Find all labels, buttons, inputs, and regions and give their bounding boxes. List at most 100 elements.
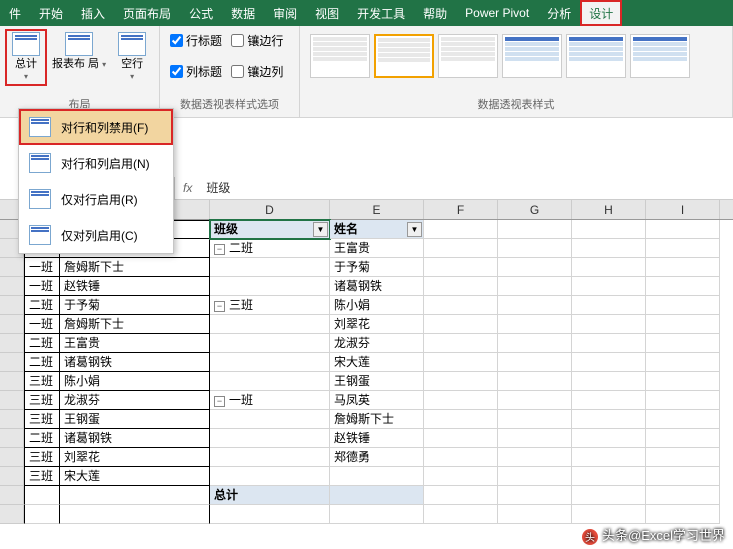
cell[interactable]	[424, 448, 498, 467]
cell[interactable]	[572, 296, 646, 315]
cell[interactable]	[572, 505, 646, 524]
cell[interactable]	[424, 505, 498, 524]
pivot-cell[interactable]: 总计	[210, 486, 330, 505]
table-cell[interactable]	[60, 486, 210, 505]
tab-analyze[interactable]: 分析	[538, 0, 580, 26]
table-cell[interactable]: 三班	[24, 448, 60, 467]
table-cell[interactable]: 赵铁锤	[60, 277, 210, 296]
table-cell[interactable]: 二班	[24, 296, 60, 315]
cell[interactable]	[572, 353, 646, 372]
cell[interactable]	[646, 296, 720, 315]
cell[interactable]	[572, 258, 646, 277]
row-header[interactable]	[0, 467, 24, 486]
cell[interactable]	[498, 505, 572, 524]
cell[interactable]	[646, 372, 720, 391]
style-thumb[interactable]	[566, 34, 626, 78]
style-thumb[interactable]	[502, 34, 562, 78]
cell[interactable]	[424, 429, 498, 448]
table-cell[interactable]: 三班	[24, 372, 60, 391]
pivot-cell[interactable]: 赵铁锤	[330, 429, 424, 448]
cell[interactable]	[646, 410, 720, 429]
cell[interactable]	[498, 448, 572, 467]
tab-formulas[interactable]: 公式	[180, 0, 222, 26]
fx-icon[interactable]: fx	[175, 181, 200, 195]
pivot-cell[interactable]: −一班	[210, 391, 330, 410]
cell[interactable]	[646, 429, 720, 448]
pivot-cell[interactable]	[210, 467, 330, 486]
row-header[interactable]	[0, 505, 24, 524]
table-cell[interactable]: 龙淑芬	[60, 391, 210, 410]
table-cell[interactable]	[24, 486, 60, 505]
pivot-cell[interactable]: 龙淑芬	[330, 334, 424, 353]
table-cell[interactable]: 宋大莲	[60, 467, 210, 486]
cell[interactable]	[572, 391, 646, 410]
formula-value[interactable]: 班级	[200, 179, 236, 196]
tab-file[interactable]: 件	[0, 0, 30, 26]
style-thumb[interactable]	[438, 34, 498, 78]
cell[interactable]	[572, 486, 646, 505]
bandedrows-checkbox[interactable]	[231, 34, 244, 47]
row-header[interactable]	[0, 334, 24, 353]
cell[interactable]	[498, 467, 572, 486]
cell[interactable]	[646, 467, 720, 486]
pivot-cell[interactable]: 郑德勇	[330, 448, 424, 467]
cell[interactable]	[498, 315, 572, 334]
cell[interactable]	[572, 239, 646, 258]
pivot-cell[interactable]	[210, 334, 330, 353]
pivot-cell[interactable]	[210, 448, 330, 467]
cell[interactable]	[646, 486, 720, 505]
cell[interactable]	[646, 448, 720, 467]
table-cell[interactable]: 诸葛钢铁	[60, 353, 210, 372]
pivot-cell[interactable]	[330, 467, 424, 486]
row-header[interactable]	[0, 258, 24, 277]
cell[interactable]	[572, 372, 646, 391]
cell[interactable]	[498, 258, 572, 277]
style-thumb[interactable]	[630, 34, 690, 78]
table-cell[interactable]: 王富贵	[60, 334, 210, 353]
tab-view[interactable]: 视图	[306, 0, 348, 26]
menu-rows-only[interactable]: 仅对行启用(R)	[19, 181, 173, 217]
cell[interactable]	[646, 334, 720, 353]
table-cell[interactable]: 诸葛钢铁	[60, 429, 210, 448]
menu-on-rows-cols[interactable]: 对行和列启用(N)	[19, 145, 173, 181]
cell[interactable]	[424, 467, 498, 486]
table-cell[interactable]: 二班	[24, 334, 60, 353]
cell[interactable]	[646, 353, 720, 372]
tab-pagelayout[interactable]: 页面布局	[114, 0, 180, 26]
col-header-e[interactable]: E	[330, 200, 424, 219]
row-header[interactable]	[0, 277, 24, 296]
table-cell[interactable]: 陈小娟	[60, 372, 210, 391]
collapse-icon[interactable]: −	[214, 244, 225, 255]
cell[interactable]	[572, 315, 646, 334]
table-cell[interactable]	[24, 505, 60, 524]
cell[interactable]	[646, 505, 720, 524]
table-cell[interactable]: 一班	[24, 315, 60, 334]
cell[interactable]	[572, 334, 646, 353]
menu-off-rows-cols[interactable]: 对行和列禁用(F)	[19, 109, 173, 145]
pivot-cell[interactable]	[210, 258, 330, 277]
cell[interactable]	[424, 391, 498, 410]
cell[interactable]	[424, 334, 498, 353]
row-header[interactable]	[0, 486, 24, 505]
pivot-cell[interactable]: −三班	[210, 296, 330, 315]
pivot-cell[interactable]: −二班	[210, 239, 330, 258]
tab-home[interactable]: 开始	[30, 0, 72, 26]
pivot-cell[interactable]: 陈小娟	[330, 296, 424, 315]
cell[interactable]	[646, 258, 720, 277]
cell[interactable]	[424, 220, 498, 239]
collapse-icon[interactable]: −	[214, 301, 225, 312]
table-cell[interactable]: 三班	[24, 467, 60, 486]
pivot-cell[interactable]	[330, 486, 424, 505]
pivot-cell[interactable]	[210, 372, 330, 391]
cell[interactable]	[498, 277, 572, 296]
pivot-cell[interactable]: 宋大莲	[330, 353, 424, 372]
rowheaders-checkbox[interactable]	[170, 34, 183, 47]
col-header-i[interactable]: I	[646, 200, 720, 219]
cell[interactable]	[498, 239, 572, 258]
table-cell[interactable]: 一班	[24, 258, 60, 277]
cell[interactable]	[424, 410, 498, 429]
col-header-g[interactable]: G	[498, 200, 572, 219]
pivot-cell[interactable]: 于予菊	[330, 258, 424, 277]
pivot-cell[interactable]: 诸葛钢铁	[330, 277, 424, 296]
tab-design[interactable]: 设计	[580, 0, 622, 26]
